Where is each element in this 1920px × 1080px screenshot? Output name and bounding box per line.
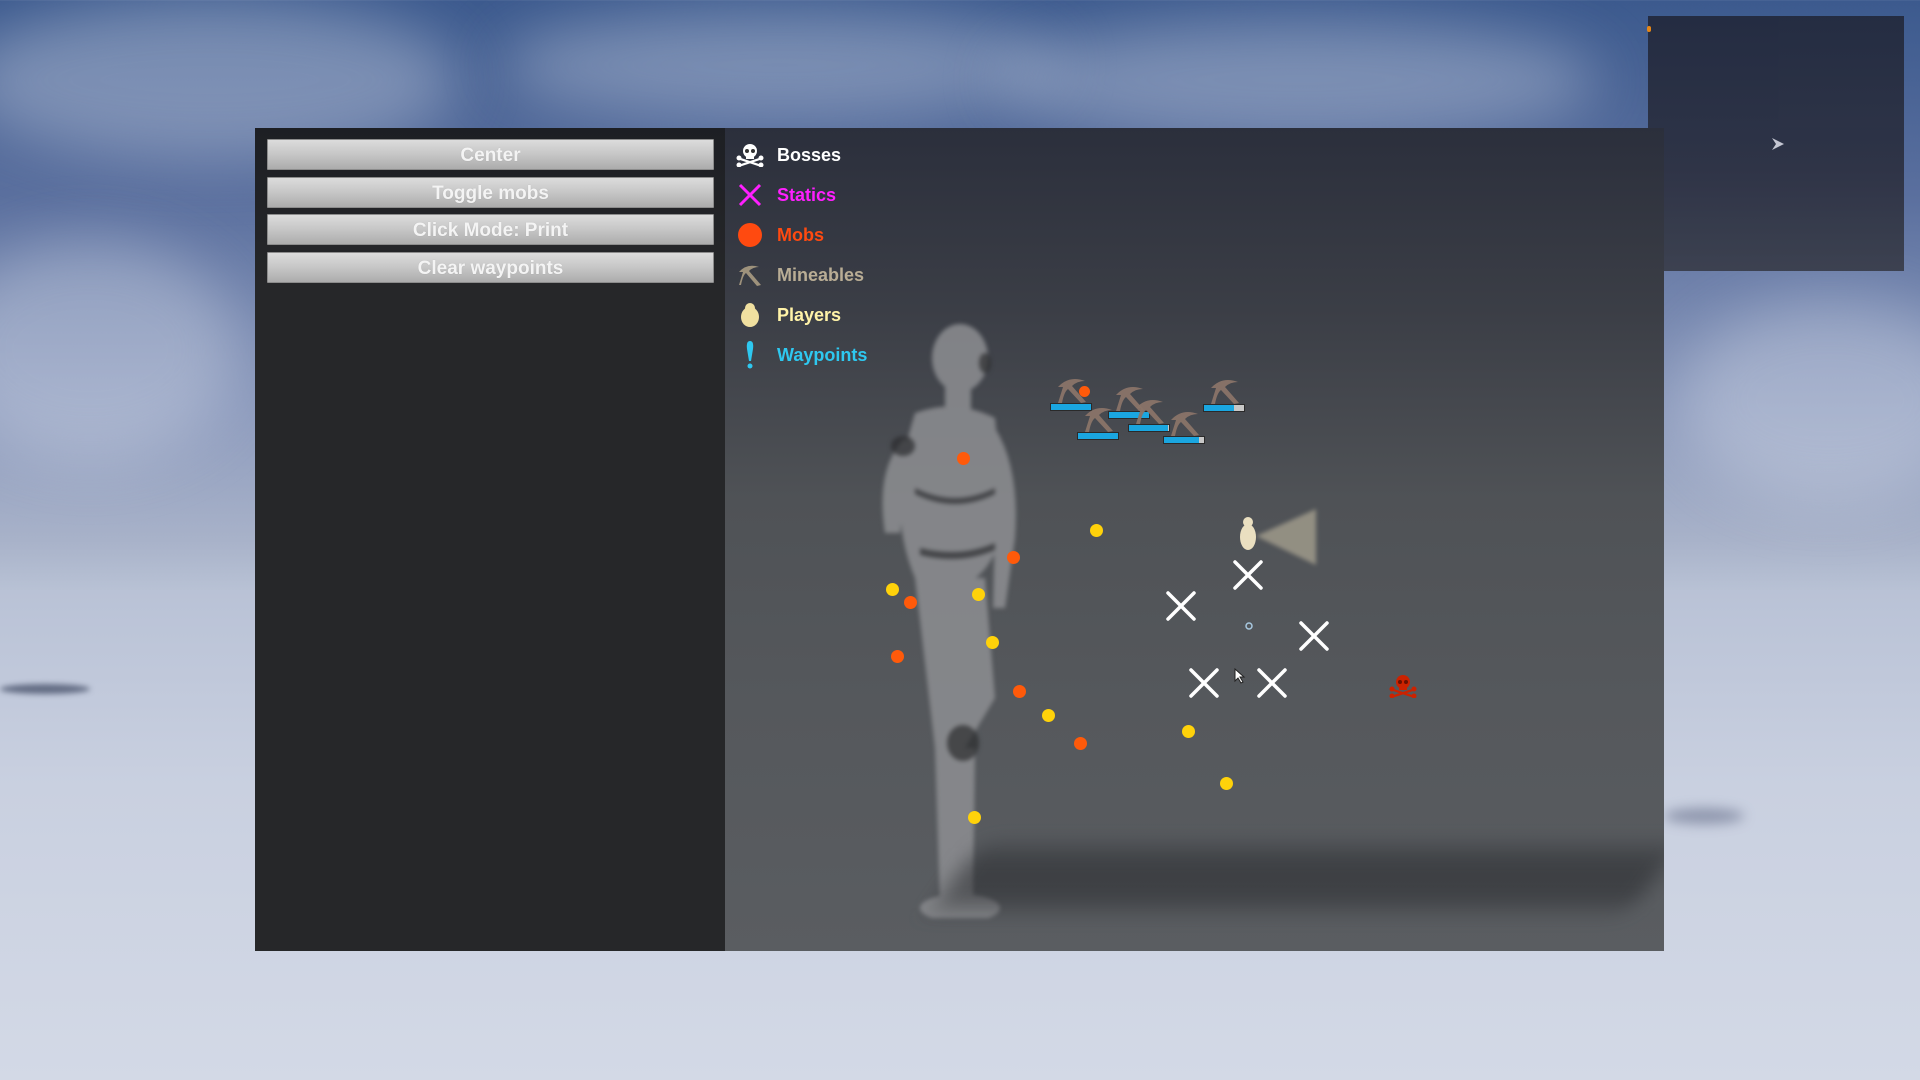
legend-label: Players [777, 304, 842, 325]
player-pawn-icon [1240, 517, 1256, 550]
legend-item-waypoints[interactable]: Waypoints [735, 340, 867, 370]
player-direction-arrow-icon [1772, 138, 1784, 150]
legend-label: Mineables [777, 264, 865, 285]
ground-shadow [0, 684, 90, 694]
pickaxe-icon [735, 260, 765, 290]
mob-marker[interactable] [904, 596, 917, 609]
static-x-icon [1257, 668, 1287, 698]
click-mode-button[interactable]: Click Mode: Print [267, 214, 714, 245]
mob-marker[interactable] [1074, 737, 1087, 750]
player-dot-marker[interactable] [986, 636, 999, 649]
mob-marker[interactable] [957, 452, 970, 465]
mannequin-figure [882, 324, 1016, 918]
pickaxe-icon [1211, 380, 1239, 404]
clear-waypoints-button[interactable]: Clear waypoints [267, 252, 714, 283]
player-dot-marker[interactable] [972, 588, 985, 601]
legend-item-bosses[interactable]: Bosses [735, 140, 841, 170]
legend-item-statics[interactable]: Statics [735, 180, 836, 210]
pickaxe-icon [1085, 408, 1113, 432]
waypoint-ring-icon [1245, 622, 1253, 630]
figure-shadow [933, 848, 1664, 908]
center-button[interactable]: Center [267, 139, 714, 170]
minimap-mob-marker [1647, 26, 1651, 32]
legend-item-players[interactable]: Players [735, 300, 841, 330]
player-pawn-icon [735, 300, 765, 330]
sky-cloud [1000, 20, 1600, 140]
boss-skull-icon [1389, 675, 1417, 698]
control-sidebar: Center Toggle mobs Click Mode: Print Cle… [255, 128, 726, 951]
legend-label: Waypoints [777, 344, 868, 365]
health-bar [1203, 404, 1245, 412]
player-dot-marker[interactable] [1182, 725, 1195, 738]
legend-label: Statics [777, 184, 837, 205]
sky-cloud [500, 10, 1060, 120]
mob-marker[interactable] [1007, 551, 1020, 564]
static-x-icon [1299, 621, 1329, 651]
legend-label: Mobs [777, 224, 824, 245]
static-x-icon [1189, 668, 1219, 698]
player-dot-marker[interactable] [886, 583, 899, 596]
pickaxe-icon [1171, 412, 1199, 436]
health-bar [1077, 432, 1119, 440]
mob-marker[interactable] [1013, 685, 1026, 698]
sky-cloud [1680, 300, 1920, 500]
ground-shadow [1664, 808, 1744, 824]
mob-marker[interactable] [891, 650, 904, 663]
circle-icon [735, 220, 765, 250]
legend-item-mobs[interactable]: Mobs [735, 220, 824, 250]
map-canvas[interactable]: Bosses Statics Mobs Mineables Players Wa… [725, 128, 1664, 951]
pickaxe-icon [1058, 379, 1086, 403]
sky-cloud [0, 240, 240, 460]
x-cross-icon [735, 180, 765, 210]
static-x-icon [1166, 591, 1196, 621]
exclamation-icon [735, 340, 765, 370]
health-bar [1163, 436, 1205, 444]
player-dot-marker[interactable] [1042, 709, 1055, 722]
player-dot-marker[interactable] [968, 811, 981, 824]
minimap[interactable] [1647, 16, 1904, 271]
mouse-cursor-icon [1234, 668, 1246, 684]
skull-crossbones-icon [735, 140, 765, 170]
player-dot-marker[interactable] [1090, 524, 1103, 537]
legend-item-mineables[interactable]: Mineables [735, 260, 864, 290]
pickaxe-icon [1136, 400, 1164, 424]
map-window: Center Toggle mobs Click Mode: Print Cle… [255, 128, 1664, 951]
toggle-mobs-button[interactable]: Toggle mobs [267, 177, 714, 208]
health-bar [1128, 424, 1170, 432]
legend-label: Bosses [777, 144, 842, 165]
player-dot-marker[interactable] [1220, 777, 1233, 790]
